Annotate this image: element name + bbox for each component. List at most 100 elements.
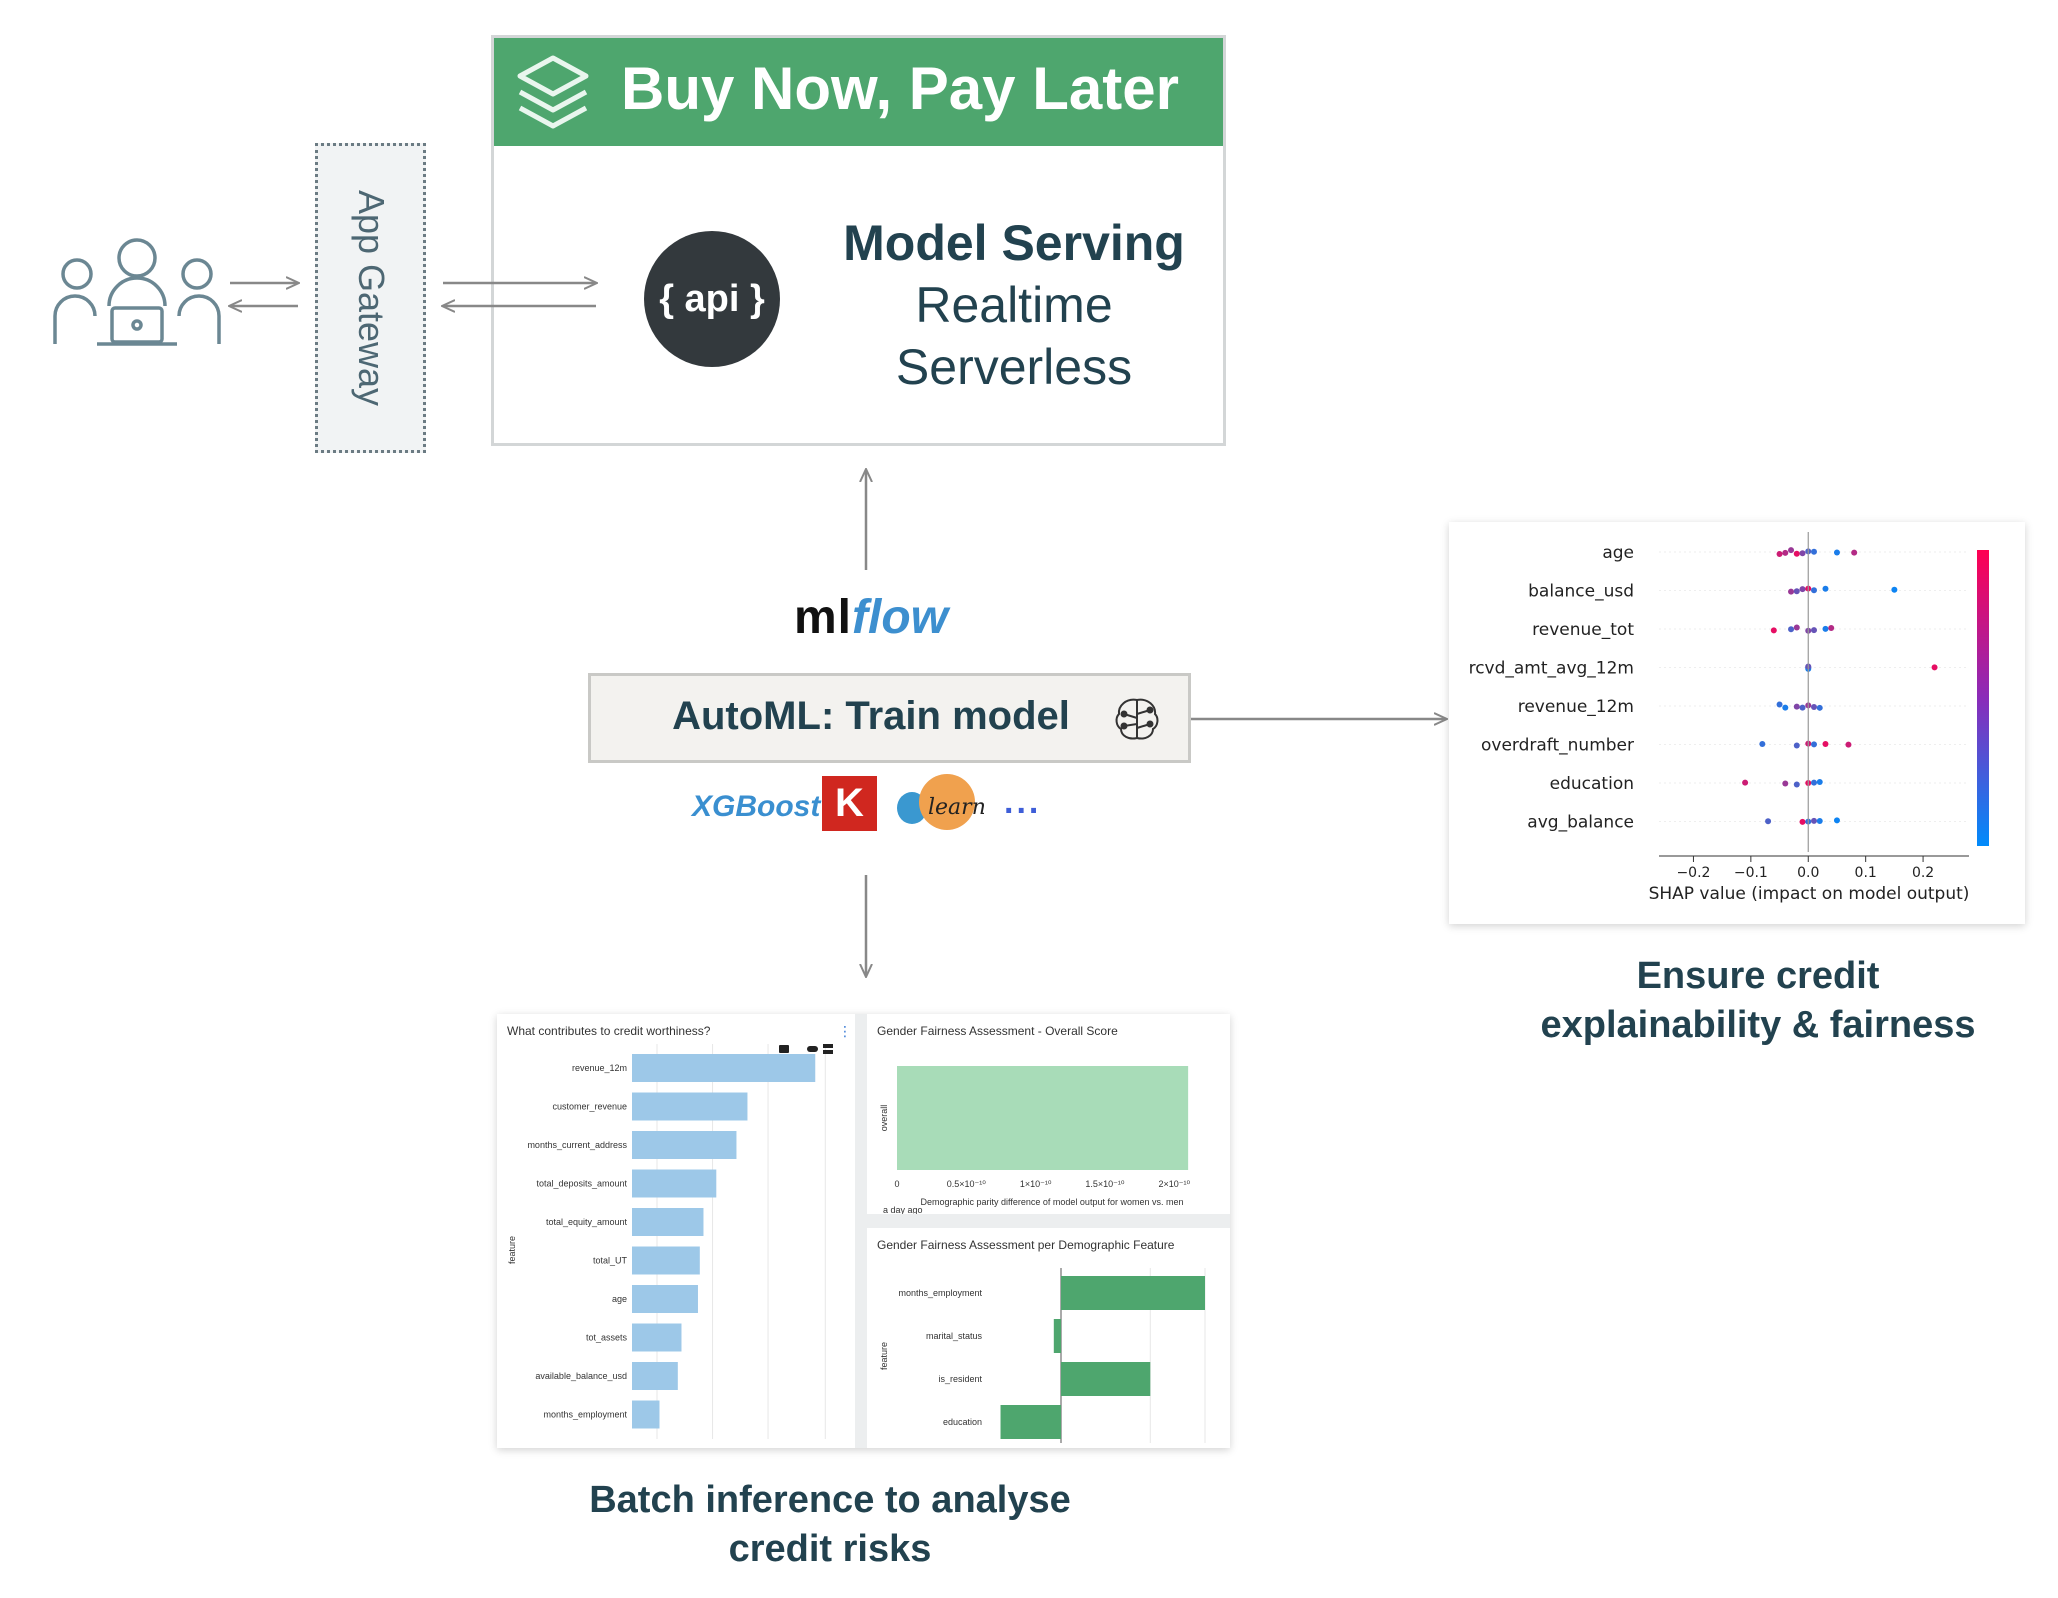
contrib-category-label: total_UT xyxy=(593,1256,628,1266)
shap-feature-label: education xyxy=(1550,774,1634,794)
overall-x-tick-label: 1×10⁻¹⁰ xyxy=(1020,1179,1052,1189)
shap-point xyxy=(1777,701,1783,707)
shap-point xyxy=(1794,551,1800,557)
shap-point xyxy=(1788,547,1794,553)
keras-logo: K xyxy=(822,776,877,831)
contrib-category-label: customer_revenue xyxy=(552,1102,627,1112)
contrib-category-label: months_employment xyxy=(543,1410,627,1420)
perfeat-bar xyxy=(1001,1405,1061,1439)
overall-fairness-svg: overall 0 0.5×10⁻¹⁰ 1×10⁻¹⁰ 1.5×10⁻¹⁰ 2×10⁻¹⁰… xyxy=(867,1014,1230,1214)
shap-point xyxy=(1891,587,1897,593)
mlflow-logo: mlflow xyxy=(794,590,948,645)
shap-point xyxy=(1800,819,1806,825)
shap-point xyxy=(1794,781,1800,787)
shap-point xyxy=(1932,664,1938,670)
shap-point xyxy=(1822,741,1828,747)
mlflow-logo-ml: ml xyxy=(794,591,852,644)
mlflow-logo-flow: flow xyxy=(852,591,948,644)
overall-x-axis-label: Demographic parity difference of model o… xyxy=(921,1197,1184,1207)
shap-feature-label: revenue_12m xyxy=(1518,697,1634,717)
contrib-bar xyxy=(632,1285,698,1313)
perfeat-bar xyxy=(1061,1362,1150,1396)
batch-caption-line1: Batch inference to analyse xyxy=(560,1479,1100,1522)
shap-point xyxy=(1800,705,1806,711)
overall-bar xyxy=(897,1066,1188,1170)
overall-x-tick-label: 0 xyxy=(894,1179,899,1189)
shap-point xyxy=(1817,705,1823,711)
contrib-chart-svg: revenue_12m customer_revenue months_curren… xyxy=(497,1014,855,1448)
shap-point xyxy=(1794,588,1800,594)
shap-point xyxy=(1817,818,1823,824)
contrib-category-label: total_equity_amount xyxy=(546,1217,628,1227)
sklearn-logo: learn xyxy=(892,772,984,834)
contrib-bar xyxy=(632,1054,815,1082)
brain-icon xyxy=(1112,694,1162,744)
shap-x-tick-label: −0.1 xyxy=(1734,865,1768,881)
more-libraries-ellipsis: ... xyxy=(1004,783,1041,822)
perfeat-bar xyxy=(1054,1319,1061,1353)
contrib-bar xyxy=(632,1247,700,1275)
shap-point xyxy=(1742,780,1748,786)
toggle-icon xyxy=(807,1046,818,1052)
overall-y-axis-label: overall xyxy=(879,1105,889,1132)
shap-point xyxy=(1811,549,1817,555)
perfeat-bar xyxy=(1061,1276,1205,1310)
overall-x-tick-label: 1.5×10⁻¹⁰ xyxy=(1085,1179,1125,1189)
shap-point xyxy=(1782,780,1788,786)
shap-point xyxy=(1822,626,1828,632)
compare-icon xyxy=(823,1044,833,1048)
shap-point xyxy=(1851,550,1857,556)
overall-x-tick-label: 0.5×10⁻¹⁰ xyxy=(947,1179,987,1189)
contrib-category-label: age xyxy=(612,1294,627,1304)
shap-x-tick-label: −0.2 xyxy=(1676,865,1710,881)
shap-point xyxy=(1834,550,1840,556)
shap-feature-label: age xyxy=(1602,543,1634,563)
shap-x-tick-label: 0.0 xyxy=(1797,865,1819,881)
contrib-y-axis-label: feature xyxy=(507,1236,517,1264)
shap-point xyxy=(1777,551,1783,557)
contrib-category-label: total_deposits_amount xyxy=(536,1179,627,1189)
contrib-chart-card: What contributes to credit worthiness? r… xyxy=(497,1014,855,1448)
shap-colorbar xyxy=(1977,550,1989,846)
batch-caption-line2: credit risks xyxy=(560,1528,1100,1571)
perfeat-y-axis-label: feature xyxy=(879,1342,889,1370)
contrib-bar xyxy=(632,1131,736,1159)
shap-point xyxy=(1811,818,1817,824)
shap-feature-label: balance_usd xyxy=(1528,582,1634,602)
shap-point xyxy=(1759,741,1765,747)
shap-point xyxy=(1765,818,1771,824)
shap-point xyxy=(1788,626,1794,632)
shap-point xyxy=(1771,627,1777,633)
sklearn-logo-text: learn xyxy=(928,795,984,820)
perfeature-fairness-svg: months_employment marital_status is_reside… xyxy=(867,1228,1230,1448)
shap-plot-svg: age balance_usd revenue_tot rcvd_amt_avg_12… xyxy=(1449,522,2025,924)
shap-x-tick-label: 0.2 xyxy=(1912,865,1934,881)
contrib-category-label: tot_assets xyxy=(586,1333,628,1343)
perfeature-fairness-card: Gender Fairness Assessment per Demograph… xyxy=(867,1228,1230,1448)
shap-feature-label: avg_balance xyxy=(1527,813,1634,833)
shap-point xyxy=(1782,705,1788,711)
contrib-category-label: available_balance_usd xyxy=(535,1371,627,1381)
shap-feature-label: revenue_tot xyxy=(1532,620,1634,640)
overall-timestamp: a day ago xyxy=(883,1205,923,1214)
automl-box: AutoML: Train model xyxy=(588,673,1191,763)
more-menu-icon: ⋮ xyxy=(838,1023,852,1039)
shap-point xyxy=(1828,625,1834,631)
contrib-bar xyxy=(632,1170,716,1198)
shap-point xyxy=(1811,741,1817,747)
contrib-bar xyxy=(632,1093,747,1121)
overall-fairness-card: Gender Fairness Assessment - Overall Sco… xyxy=(867,1014,1230,1214)
shap-x-axis-label: SHAP value (impact on model output) xyxy=(1649,884,1970,904)
shap-caption-line2: explainability & fairness xyxy=(1450,1004,2058,1047)
batch-inference-dashboard: What contributes to credit worthiness? r… xyxy=(497,1014,1230,1448)
shap-point xyxy=(1817,779,1823,785)
compare-icon xyxy=(823,1050,833,1054)
contrib-category-label: revenue_12m xyxy=(572,1063,627,1073)
perfeat-category-label: is_resident xyxy=(938,1374,982,1384)
shap-point xyxy=(1794,704,1800,710)
shap-point xyxy=(1811,587,1817,593)
shap-point xyxy=(1834,817,1840,823)
shap-caption-line1: Ensure credit xyxy=(1450,955,2058,998)
perfeat-category-label: education xyxy=(943,1417,982,1427)
shap-feature-label: overdraft_number xyxy=(1481,736,1634,756)
